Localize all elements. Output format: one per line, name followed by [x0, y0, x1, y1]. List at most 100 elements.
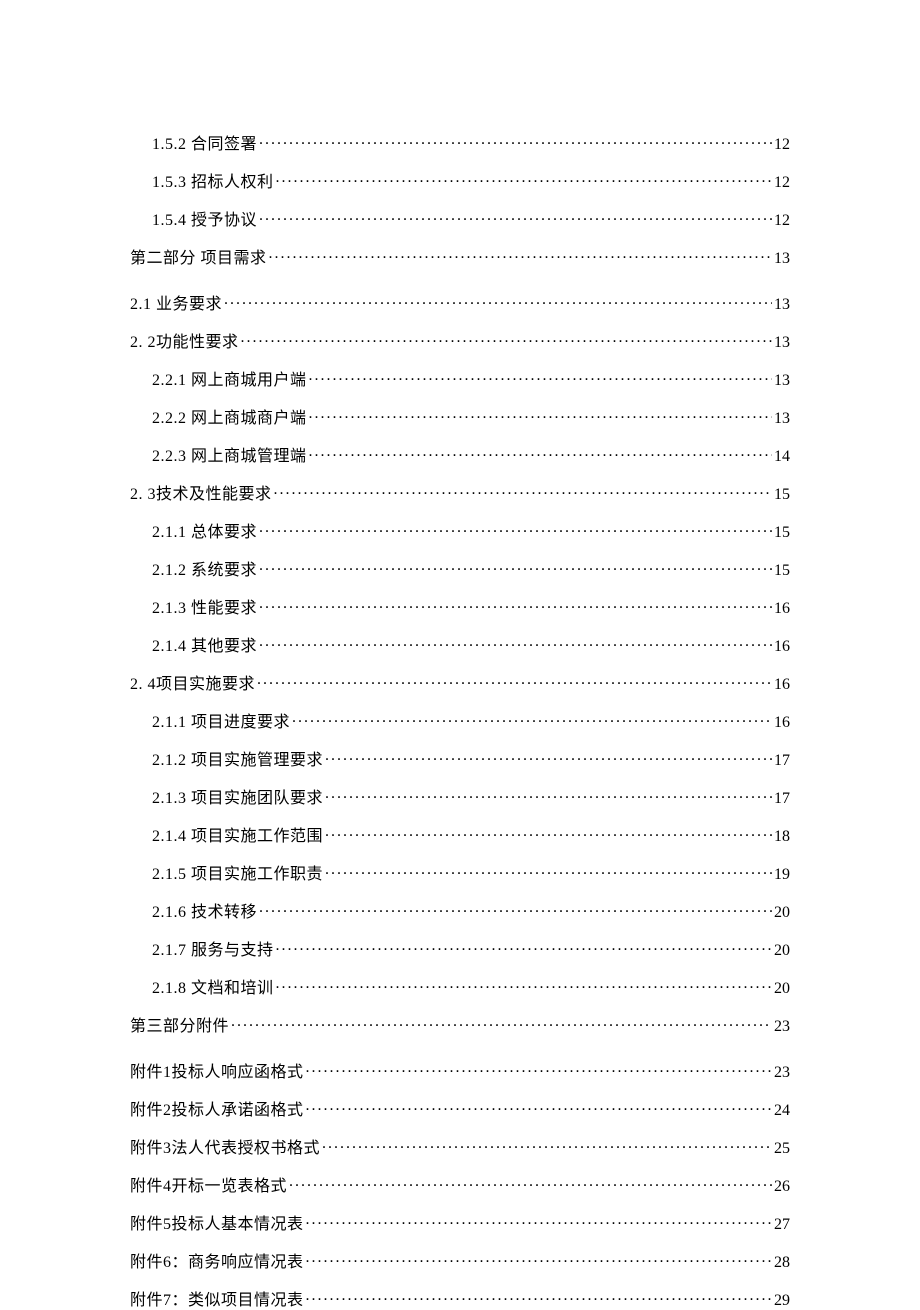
- toc-entry-page: 13: [774, 250, 790, 268]
- toc-entry-page: 28: [774, 1254, 790, 1272]
- toc-leader-dots: [259, 521, 772, 537]
- toc-leader-dots: [322, 1137, 772, 1153]
- toc-entry-label: 2.2.2 网上商城商户端: [152, 404, 307, 428]
- table-of-contents: 1.5.2 合同签署121.5.3 招标人权利121.5.4 授予协议12第二部…: [130, 130, 790, 1310]
- toc-entry-label: 2.1.6 技术转移: [152, 898, 257, 922]
- toc-entry: 2.1.4 其他要求 16: [130, 632, 790, 656]
- toc-leader-dots: [306, 1099, 772, 1115]
- toc-entry: 1.5.4 授予协议 12: [130, 206, 790, 230]
- toc-entry: 2. 3技术及性能要求15: [130, 480, 790, 504]
- toc-entry-label: 2.1.3 性能要求: [152, 594, 257, 618]
- toc-leader-dots: [325, 787, 772, 803]
- toc-leader-dots: [241, 331, 772, 347]
- toc-entry-label: 附件5投标人基本情况表: [130, 1210, 304, 1234]
- toc-entry-label: 2. 4项目实施要求: [130, 670, 255, 694]
- toc-entry: 2. 2功能性要求 13: [130, 328, 790, 352]
- toc-entry: 2.1.2 项目实施管理要求 17: [130, 746, 790, 770]
- toc-entry-label: 2.1.7 服务与支持: [152, 936, 274, 960]
- toc-leader-dots: [325, 825, 772, 841]
- toc-entry: 2.1.1 总体要求15: [130, 518, 790, 542]
- toc-entry-page: 17: [774, 752, 790, 770]
- toc-entry-label: 第二部分 项目需求: [130, 244, 267, 268]
- toc-entry-page: 20: [774, 980, 790, 998]
- toc-entry-page: 12: [774, 174, 790, 192]
- toc-entry: 2. 4项目实施要求 16: [130, 670, 790, 694]
- toc-entry-label: 第三部分附件: [130, 1012, 229, 1036]
- toc-entry-page: 16: [774, 714, 790, 732]
- toc-entry-label: 附件6：商务响应情况表: [130, 1248, 304, 1272]
- toc-entry: 附件5投标人基本情况表 27: [130, 1210, 790, 1234]
- toc-entry-label: 2. 3技术及性能要求: [130, 480, 272, 504]
- toc-entry-page: 12: [774, 212, 790, 230]
- toc-entry: 2.2.2 网上商城商户端 13: [130, 404, 790, 428]
- toc-entry-page: 18: [774, 828, 790, 846]
- toc-leader-dots: [306, 1061, 772, 1077]
- toc-leader-dots: [259, 597, 772, 613]
- toc-entry-label: 2.1.2 系统要求: [152, 556, 257, 580]
- toc-entry-page: 19: [774, 866, 790, 884]
- toc-entry: 2.1.3 项目实施团队要求 17: [130, 784, 790, 808]
- toc-leader-dots: [309, 407, 772, 423]
- toc-entry: 1.5.2 合同签署12: [130, 130, 790, 154]
- toc-entry-page: 14: [774, 448, 790, 466]
- toc-leader-dots: [306, 1251, 772, 1267]
- toc-entry: 第二部分 项目需求 13: [130, 244, 790, 268]
- toc-entry-page: 25: [774, 1140, 790, 1158]
- toc-entry-page: 20: [774, 942, 790, 960]
- toc-entry-page: 16: [774, 676, 790, 694]
- toc-leader-dots: [276, 977, 772, 993]
- toc-entry-page: 15: [774, 562, 790, 580]
- toc-entry-label: 2.1.3 项目实施团队要求: [152, 784, 323, 808]
- toc-entry: 2.1.3 性能要求 16: [130, 594, 790, 618]
- toc-entry: 附件2投标人承诺函格式 24: [130, 1096, 790, 1120]
- toc-entry-label: 2.1.4 项目实施工作范围: [152, 822, 323, 846]
- toc-entry-label: 2.1.5 项目实施工作职责: [152, 860, 323, 884]
- toc-leader-dots: [306, 1213, 772, 1229]
- toc-leader-dots: [274, 483, 772, 499]
- toc-entry-page: 17: [774, 790, 790, 808]
- toc-entry-page: 13: [774, 372, 790, 390]
- toc-entry-label: 2.1.4 其他要求: [152, 632, 257, 656]
- toc-entry-label: 2.1 业务要求: [130, 290, 222, 314]
- toc-leader-dots: [224, 293, 772, 309]
- toc-leader-dots: [292, 711, 772, 727]
- toc-entry: 2.2.1 网上商城用户端13: [130, 366, 790, 390]
- toc-entry-label: 附件1投标人响应函格式: [130, 1058, 304, 1082]
- toc-entry-page: 13: [774, 410, 790, 428]
- toc-entry-page: 15: [774, 524, 790, 542]
- toc-leader-dots: [259, 209, 772, 225]
- toc-leader-dots: [309, 445, 772, 461]
- toc-entry-page: 26: [774, 1178, 790, 1196]
- toc-entry: 第三部分附件23: [130, 1012, 790, 1036]
- toc-entry-label: 附件7：类似项目情况表: [130, 1286, 304, 1310]
- toc-entry-page: 16: [774, 638, 790, 656]
- toc-entry: 附件3法人代表授权书格式25: [130, 1134, 790, 1158]
- toc-entry-page: 27: [774, 1216, 790, 1234]
- toc-entry: 附件7：类似项目情况表29: [130, 1286, 790, 1310]
- toc-entry-page: 13: [774, 334, 790, 352]
- toc-leader-dots: [269, 247, 772, 263]
- toc-entry: 2.1.6 技术转移20: [130, 898, 790, 922]
- toc-entry-page: 13: [774, 296, 790, 314]
- toc-entry: 2.2.3 网上商城管理端14: [130, 442, 790, 466]
- toc-leader-dots: [259, 133, 772, 149]
- toc-leader-dots: [257, 673, 772, 689]
- toc-entry-label: 2.1.1 项目进度要求: [152, 708, 290, 732]
- toc-entry-page: 16: [774, 600, 790, 618]
- toc-leader-dots: [259, 901, 772, 917]
- toc-entry-label: 2. 2功能性要求: [130, 328, 239, 352]
- toc-entry-page: 23: [774, 1064, 790, 1082]
- toc-entry-label: 附件2投标人承诺函格式: [130, 1096, 304, 1120]
- toc-entry: 附件4开标一览表格式26: [130, 1172, 790, 1196]
- toc-entry-label: 2.1.2 项目实施管理要求: [152, 746, 323, 770]
- toc-entry: 2.1.5 项目实施工作职责 19: [130, 860, 790, 884]
- toc-leader-dots: [276, 171, 772, 187]
- toc-leader-dots: [325, 863, 772, 879]
- toc-leader-dots: [276, 939, 772, 955]
- toc-entry-page: 24: [774, 1102, 790, 1120]
- toc-leader-dots: [289, 1175, 772, 1191]
- toc-entry: 附件1投标人响应函格式 23: [130, 1058, 790, 1082]
- toc-entry-label: 1.5.2 合同签署: [152, 130, 257, 154]
- toc-leader-dots: [306, 1289, 772, 1305]
- toc-entry-label: 1.5.4 授予协议: [152, 206, 257, 230]
